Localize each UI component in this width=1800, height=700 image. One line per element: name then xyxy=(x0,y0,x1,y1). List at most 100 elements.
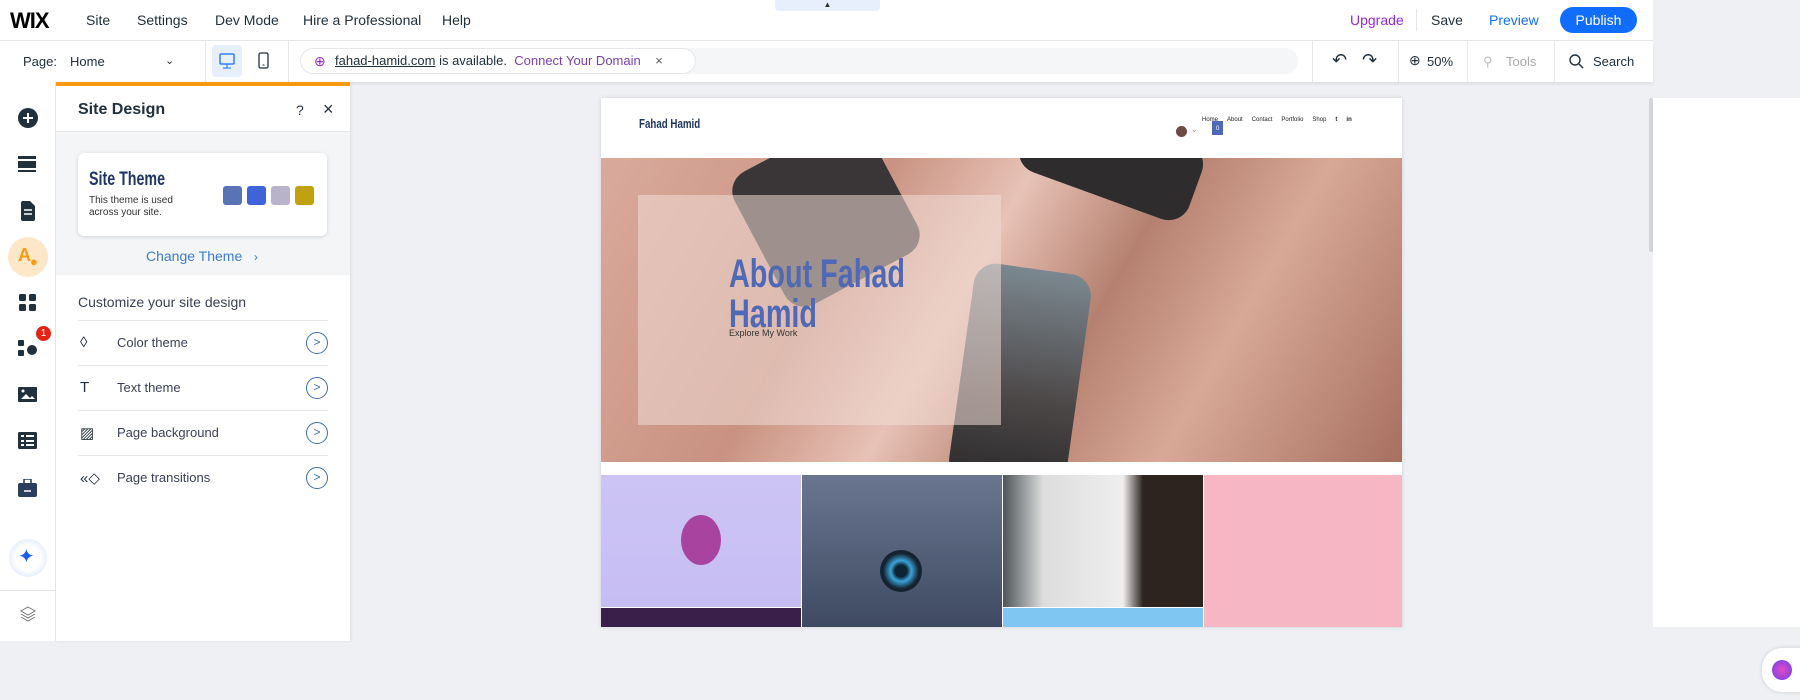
divider xyxy=(1416,9,1417,31)
close-icon[interactable]: × xyxy=(655,53,663,68)
chevron-right-icon[interactable]: > xyxy=(306,422,328,444)
theme-color-swatch xyxy=(223,186,242,205)
change-theme-label: Change Theme xyxy=(146,248,243,264)
chevron-right-icon[interactable]: > xyxy=(306,467,328,489)
theme-color-swatch xyxy=(295,186,314,205)
design-option-page-transitions[interactable]: «◇ Page transitions > xyxy=(78,455,328,500)
gallery-image-drawing[interactable] xyxy=(1003,475,1203,607)
divider xyxy=(1398,41,1399,82)
collapse-topbar-button[interactable]: ▲ xyxy=(775,0,880,11)
gallery-image-purple[interactable] xyxy=(601,608,801,627)
menu-site[interactable]: Site xyxy=(86,12,110,28)
panel-accent-bar xyxy=(56,82,350,86)
linkedin-icon[interactable]: in xyxy=(1346,117,1351,123)
gallery-image-pineapple[interactable] xyxy=(601,475,801,607)
cart-icon[interactable]: 0 xyxy=(1212,121,1223,135)
mobile-icon xyxy=(258,52,269,69)
gallery-shape xyxy=(880,550,922,592)
desktop-icon xyxy=(219,53,235,69)
site-preview[interactable]: Fahad Hamid Home About Contact Portfolio… xyxy=(601,98,1402,627)
nav-about[interactable]: About xyxy=(1227,117,1243,123)
option-label: Color theme xyxy=(117,335,188,350)
publish-button[interactable]: Publish xyxy=(1560,7,1637,33)
page-selector[interactable]: Home xyxy=(70,54,105,69)
zoom-level[interactable]: 50% xyxy=(1427,54,1453,69)
design-option-text-theme[interactable]: T Text theme > xyxy=(78,365,328,410)
domain-status: is available. xyxy=(439,53,508,68)
droplet-icon: ◊ xyxy=(80,334,88,351)
search-button[interactable]: Search xyxy=(1593,54,1634,69)
menu-hire-professional[interactable]: Hire a Professional xyxy=(303,12,421,28)
sparkle-glyph: ✦ xyxy=(18,546,35,568)
desktop-view-button[interactable] xyxy=(212,45,242,77)
menu-help[interactable]: Help xyxy=(442,12,471,28)
mobile-view-button[interactable] xyxy=(256,45,272,77)
gallery-shape xyxy=(681,515,721,565)
chevron-right-icon[interactable]: > xyxy=(306,377,328,399)
site-logo[interactable]: Fahad Hamid xyxy=(639,116,700,131)
chevron-right-icon[interactable]: > xyxy=(306,332,328,354)
text-icon: T xyxy=(80,379,90,396)
close-icon[interactable]: × xyxy=(323,99,334,120)
wix-logo[interactable]: WIX xyxy=(10,8,50,34)
hero-link[interactable]: Explore My Work xyxy=(729,328,797,338)
chevron-down-icon[interactable]: ⌄ xyxy=(165,54,174,67)
notification-badge: 1 xyxy=(36,326,51,341)
cms-icon[interactable] xyxy=(16,429,40,453)
gallery-image-lens[interactable] xyxy=(802,475,1002,627)
twitter-icon[interactable]: t xyxy=(1335,117,1337,123)
tools-button[interactable]: Tools xyxy=(1506,54,1536,69)
nav-contact[interactable]: Contact xyxy=(1252,117,1273,123)
divider xyxy=(1467,41,1468,82)
chevron-down-icon[interactable]: ⌄ xyxy=(1191,125,1198,134)
phone-image xyxy=(1012,158,1210,227)
add-apps-icon[interactable] xyxy=(16,337,40,361)
transitions-icon: «◇ xyxy=(80,470,100,487)
avatar[interactable] xyxy=(1176,126,1187,137)
pages-icon[interactable] xyxy=(16,199,40,223)
divider xyxy=(288,41,289,82)
nav-portfolio[interactable]: Portfolio xyxy=(1281,117,1303,123)
menu-settings[interactable]: Settings xyxy=(137,12,188,28)
zoom-icon[interactable]: ⊕ xyxy=(1409,52,1421,69)
domain-link[interactable]: fahad-hamid.com xyxy=(335,53,435,68)
sections-icon[interactable] xyxy=(16,152,40,176)
hero-title: About Fahad Hamid xyxy=(729,252,905,336)
chevron-up-icon: ▲ xyxy=(823,0,832,9)
add-icon[interactable] xyxy=(16,106,40,130)
design-option-page-background[interactable]: ▨ Page background > xyxy=(78,410,328,455)
site-design-icon[interactable]: A ● xyxy=(8,237,48,277)
menu-dev-mode[interactable]: Dev Mode xyxy=(215,12,279,28)
help-icon[interactable]: ? xyxy=(296,102,304,118)
gallery-image-bananas[interactable] xyxy=(1204,475,1402,627)
layers-icon[interactable] xyxy=(16,602,40,626)
design-option-color-theme[interactable]: ◊ Color theme > xyxy=(78,320,328,365)
save-button[interactable]: Save xyxy=(1431,12,1463,28)
nav-shop[interactable]: Shop xyxy=(1312,117,1326,123)
divider xyxy=(1554,41,1555,82)
option-label: Page background xyxy=(117,425,219,440)
customize-heading: Customize your site design xyxy=(78,294,247,310)
divider xyxy=(0,590,56,591)
globe-icon: ⊕ xyxy=(314,53,326,69)
ai-assistant-icon[interactable]: ✦ xyxy=(9,539,47,577)
gallery-image-blue[interactable] xyxy=(1003,608,1203,627)
background-icon: ▨ xyxy=(80,425,95,442)
page-label: Page: xyxy=(23,54,57,69)
search-icon[interactable] xyxy=(1568,53,1584,74)
apps-icon[interactable] xyxy=(16,291,40,315)
upgrade-link[interactable]: Upgrade xyxy=(1350,12,1404,28)
theme-section: Site Theme This theme is used across you… xyxy=(56,131,350,275)
divider xyxy=(205,41,206,82)
droplet-glyph: ● xyxy=(30,254,38,269)
redo-icon[interactable]: ↷ xyxy=(1362,50,1377,71)
site-theme-card[interactable]: Site Theme This theme is used across you… xyxy=(78,153,327,236)
connect-domain-link[interactable]: Connect Your Domain xyxy=(514,53,640,68)
change-theme-link[interactable]: Change Theme › xyxy=(146,248,258,264)
option-label: Page transitions xyxy=(117,470,211,485)
undo-icon[interactable]: ↶ xyxy=(1332,50,1347,71)
assistant-button[interactable] xyxy=(1762,648,1800,692)
media-icon[interactable] xyxy=(16,383,40,407)
business-icon[interactable] xyxy=(16,476,40,500)
preview-button[interactable]: Preview xyxy=(1489,12,1539,28)
